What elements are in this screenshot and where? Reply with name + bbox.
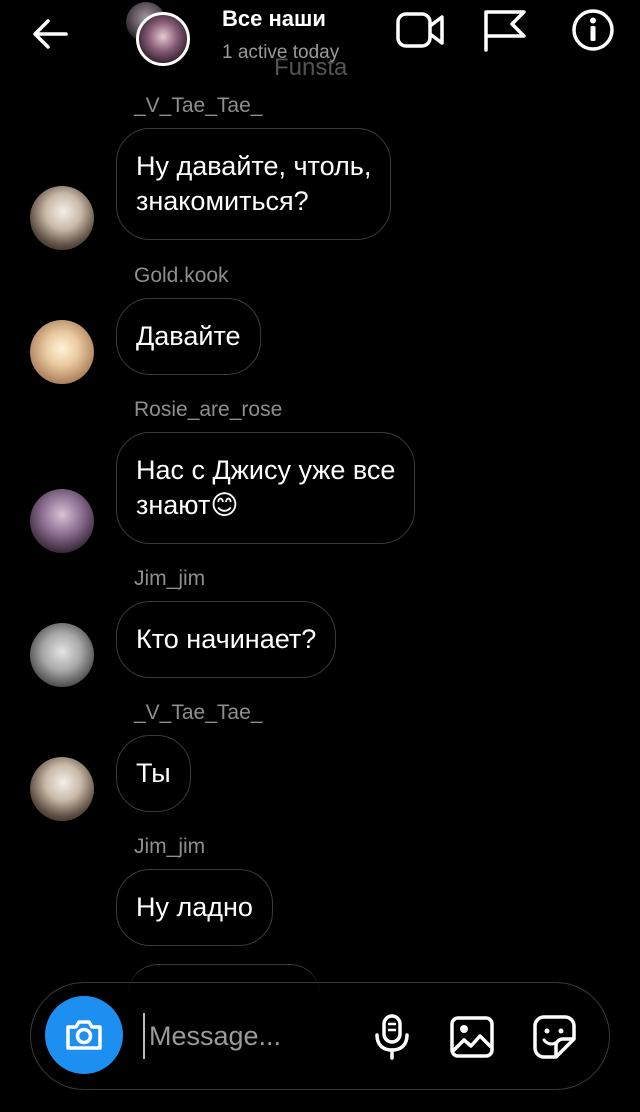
message-bubble[interactable]: Ну ладно: [116, 869, 273, 946]
gallery-button[interactable]: [449, 1013, 495, 1061]
sticker-icon: [533, 1015, 576, 1059]
sender-name: Rosie_are_rose: [134, 398, 283, 421]
camera-button[interactable]: [45, 996, 123, 1074]
message-input[interactable]: [143, 1013, 349, 1059]
chat-title[interactable]: Все наши: [222, 6, 326, 32]
sender-avatar[interactable]: [30, 757, 94, 821]
message-composer: [30, 982, 610, 1090]
group-avatar[interactable]: [136, 12, 190, 66]
gallery-icon: [450, 1016, 494, 1058]
sender-name: _V_Tae_Tae_: [134, 701, 263, 724]
chat-header: Все наши 1 active today Funsta: [0, 0, 640, 81]
message-bubble[interactable]: Кто начинает?: [116, 601, 337, 678]
message-list[interactable]: _V_Tae_Tae_ Ну давайте, чтоль, знакомить…: [0, 80, 640, 970]
camera-icon: [66, 1020, 102, 1050]
info-icon: [572, 9, 614, 51]
watermark: Funsta: [274, 54, 348, 81]
arrow-left-icon: [33, 19, 68, 49]
sticker-button[interactable]: [531, 1013, 577, 1061]
sender-avatar[interactable]: [30, 489, 94, 553]
message-bubble[interactable]: Давайте: [116, 298, 261, 375]
video-camera-icon: [396, 12, 444, 48]
sender-avatar[interactable]: [30, 320, 94, 384]
sender-name: Gold.kook: [134, 264, 229, 287]
report-button[interactable]: [480, 8, 530, 52]
sender-avatar[interactable]: [30, 623, 94, 687]
video-call-button[interactable]: [396, 8, 446, 52]
voice-message-button[interactable]: [369, 1013, 415, 1061]
back-button[interactable]: [28, 12, 72, 56]
info-button[interactable]: [568, 8, 618, 52]
sender-name: _V_Tae_Tae_: [134, 94, 263, 117]
sender-avatar[interactable]: [30, 186, 94, 250]
message-bubble[interactable]: Нас с Джису уже все знают😊: [116, 432, 416, 544]
flag-icon: [484, 10, 526, 52]
sender-name: Jim_jim: [134, 835, 206, 858]
message-bubble[interactable]: Ты: [116, 735, 191, 812]
sender-name: Jim_jim: [134, 567, 206, 590]
microphone-icon: [375, 1014, 409, 1060]
message-bubble[interactable]: Ну давайте, чтоль, знакомиться?: [116, 128, 392, 240]
